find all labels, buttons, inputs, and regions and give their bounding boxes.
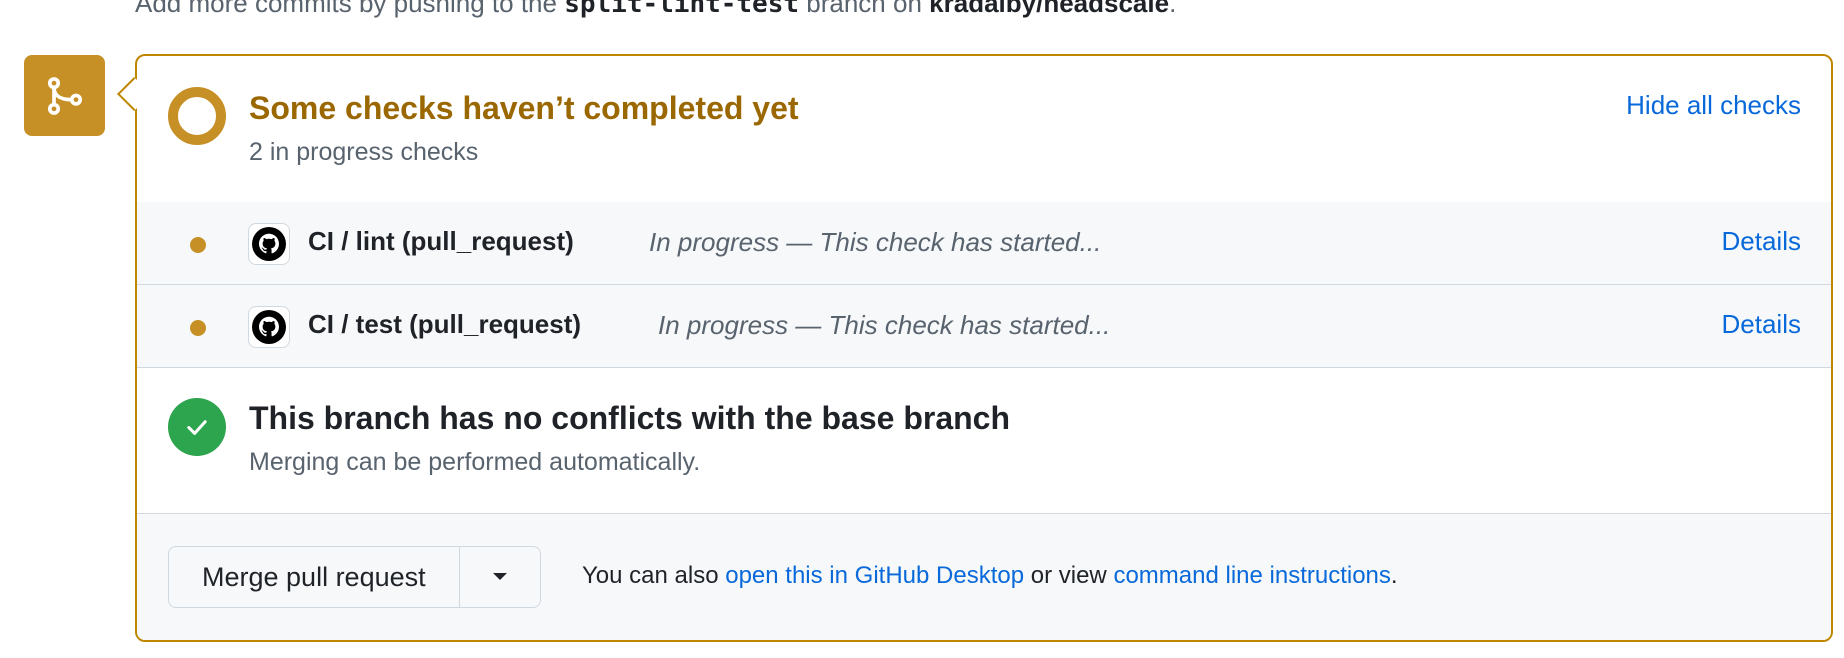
pending-dot-icon bbox=[190, 237, 206, 253]
check-details-link[interactable]: Details bbox=[1722, 309, 1801, 340]
success-check-icon bbox=[168, 398, 226, 456]
check-status: In progress — This check has started... bbox=[649, 227, 1102, 257]
note-middle: branch on bbox=[806, 0, 922, 18]
check-status: In progress — This check has started... bbox=[658, 310, 1111, 340]
branch-name: split-lint-test bbox=[564, 0, 800, 19]
github-logo-icon bbox=[252, 310, 286, 344]
conflicts-title: This branch has no conflicts with the ba… bbox=[249, 400, 1011, 436]
merge-alternatives-note: You can also open this in GitHub Desktop… bbox=[582, 562, 1398, 590]
check-row: CI / lint (pull_request) In progress — T… bbox=[137, 202, 1831, 285]
github-actions-avatar bbox=[248, 306, 290, 348]
open-in-desktop-link[interactable]: open this in GitHub Desktop bbox=[725, 562, 1024, 589]
git-merge-icon bbox=[47, 76, 82, 115]
pending-dot-icon bbox=[190, 320, 206, 336]
merge-button-group: Merge pull request bbox=[168, 546, 541, 608]
github-actions-avatar bbox=[248, 223, 290, 265]
note-text: or view bbox=[1030, 562, 1107, 589]
checks-summary: Some checks haven’t completed yet 2 in p… bbox=[137, 56, 1831, 203]
conflicts-subtitle: Merging can be performed automatically. bbox=[249, 448, 701, 476]
triangle-down-icon bbox=[492, 573, 507, 580]
note-text: . bbox=[1390, 562, 1398, 589]
check-name: CI / test (pull_request) bbox=[308, 309, 582, 339]
push-commits-note: Add more commits by pushing to the split… bbox=[135, 0, 1176, 19]
merge-actions: Merge pull request You can also open thi… bbox=[137, 514, 1831, 640]
merge-status-panel: Some checks haven’t completed yet 2 in p… bbox=[135, 54, 1833, 642]
checks-subtitle: 2 in progress checks bbox=[249, 138, 479, 166]
command-line-instructions-link[interactable]: command line instructions bbox=[1113, 562, 1390, 589]
check-row: CI / test (pull_request) In progress — T… bbox=[137, 285, 1831, 368]
git-merge-icon-badge bbox=[24, 55, 105, 136]
check-details-link[interactable]: Details bbox=[1722, 226, 1801, 257]
note-suffix: . bbox=[1169, 0, 1177, 18]
note-prefix: Add more commits by pushing to the bbox=[135, 0, 557, 18]
conflicts-status: This branch has no conflicts with the ba… bbox=[137, 368, 1831, 514]
merge-method-dropdown[interactable] bbox=[460, 547, 540, 607]
pending-status-icon bbox=[168, 87, 226, 145]
note-text: You can also bbox=[582, 562, 719, 589]
checkmark-icon bbox=[187, 420, 207, 435]
repo-name: kradalby/headscale bbox=[929, 0, 1170, 18]
checks-title: Some checks haven’t completed yet bbox=[249, 90, 799, 126]
hide-all-checks-link[interactable]: Hide all checks bbox=[1626, 90, 1801, 121]
merge-pull-request-button[interactable]: Merge pull request bbox=[169, 547, 460, 607]
github-logo-icon bbox=[252, 227, 286, 261]
check-name: CI / lint (pull_request) bbox=[308, 226, 574, 256]
